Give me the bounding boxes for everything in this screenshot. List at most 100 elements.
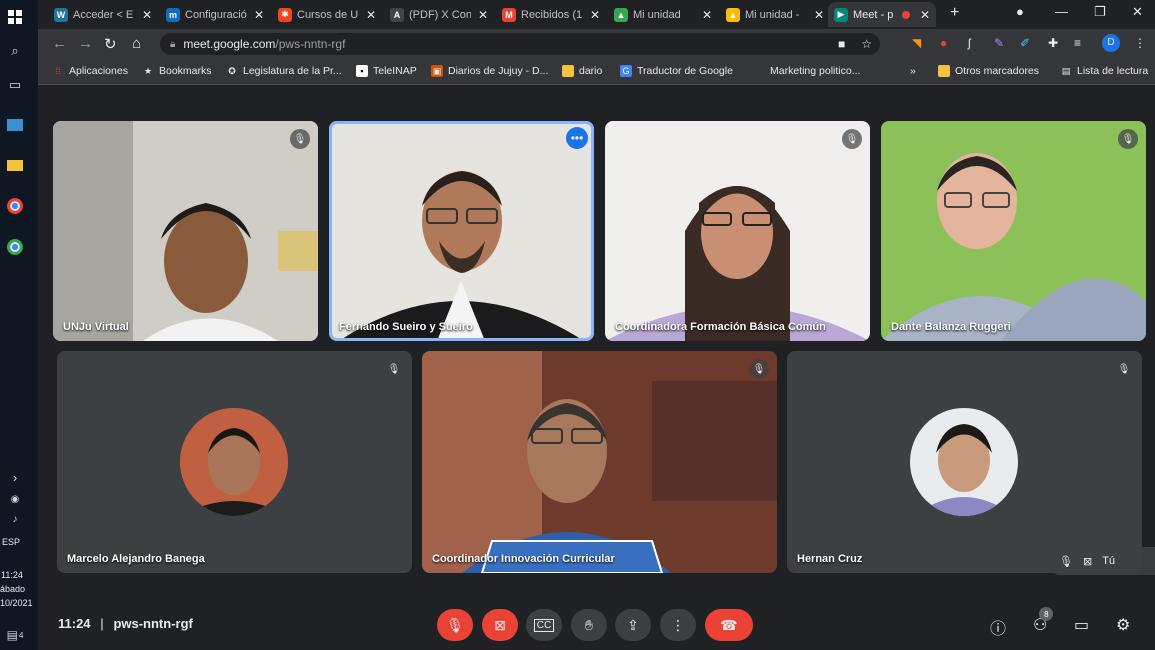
- close-window-icon[interactable]: ✕: [1132, 4, 1143, 20]
- participant-tile[interactable]: 🎙︎ UNJu Virtual: [53, 121, 318, 341]
- mic-off-icon: 🎙︎: [446, 616, 464, 633]
- bookmark-item[interactable]: ✪ Legislatura de la Pr...: [226, 65, 341, 77]
- windows-start-icon[interactable]: [4, 6, 26, 28]
- close-icon[interactable]: ✕: [254, 8, 264, 22]
- participant-tile[interactable]: 🎙︎ Coordinadora Formación Básica Común: [605, 121, 870, 341]
- more-options-button[interactable]: ⋮: [660, 609, 696, 641]
- notification-icon[interactable]: ▤ 4: [4, 624, 26, 646]
- back-icon[interactable]: ←: [52, 35, 67, 52]
- muted-mic-icon: 🎙︎: [384, 359, 404, 379]
- new-tab-icon[interactable]: +: [950, 4, 959, 22]
- present-screen-button[interactable]: ⇪: [615, 609, 651, 641]
- tab-0[interactable]: W Acceder < E ✕: [48, 2, 158, 27]
- clock-day: ábado: [0, 584, 26, 594]
- lock-icon: 🔒︎: [170, 38, 176, 50]
- tab-6[interactable]: ▲ Mi unidad - ✕: [720, 2, 830, 27]
- camera-off-icon[interactable]: ⊠: [1083, 555, 1092, 568]
- news-icon: ▣: [431, 65, 443, 77]
- participant-tile[interactable]: 🎙︎ Coordinador Innovación Curricular: [422, 351, 777, 573]
- bookmark-item[interactable]: ★ Bookmarks: [142, 65, 212, 77]
- avatar: [910, 408, 1018, 516]
- bookmark-item[interactable]: ⁞⁞ Aplicaciones: [52, 65, 127, 77]
- tab-5[interactable]: ▲ Mi unidad ✕: [608, 2, 718, 27]
- meeting-info-icon[interactable]: ⓘ: [990, 615, 1006, 639]
- task-view-icon[interactable]: ▭: [4, 74, 26, 96]
- wordpress-icon: W: [54, 7, 68, 22]
- bookmark-item[interactable]: ▪ TeleINAP: [356, 65, 417, 77]
- bookmark-item[interactable]: dario: [562, 65, 602, 77]
- adblock-extension-icon[interactable]: ●: [940, 36, 947, 50]
- star-icon: ★: [143, 65, 153, 76]
- captions-icon: CC: [533, 618, 555, 632]
- tab-4[interactable]: M Recibidos (1 ✕: [496, 2, 606, 27]
- extensions-puzzle-icon[interactable]: ✚: [1048, 36, 1058, 50]
- bookmark-item[interactable]: G Traductor de Google: [620, 65, 733, 77]
- meeting-details: 11:24 | pws-nntn-rgf: [58, 616, 193, 631]
- tab-1[interactable]: m Configuració ✕: [160, 2, 270, 27]
- bookmark-item[interactable]: Otros marcadores: [938, 65, 1039, 77]
- close-icon[interactable]: ✕: [478, 8, 488, 22]
- rss-extension-icon[interactable]: ◥: [912, 36, 921, 50]
- file-explorer-icon[interactable]: [4, 154, 26, 176]
- participant-tile[interactable]: 🎙︎ Marcelo Alejandro Banega: [57, 351, 412, 573]
- participant-tile[interactable]: 🎙︎ Hernan Cruz: [787, 351, 1142, 573]
- extension-icon[interactable]: ✎: [994, 36, 1004, 50]
- browser-toolbar: ← → ↻ ⌂ 🔒︎ meet.google.com/pws-nntn-rgf …: [38, 29, 1155, 59]
- bookmark-item[interactable]: ▣ Diarios de Jujuy - D...: [431, 65, 548, 77]
- leave-call-button[interactable]: ☎︎: [705, 609, 753, 641]
- profile-avatar-icon[interactable]: D: [1102, 34, 1120, 52]
- forward-icon[interactable]: →: [78, 35, 93, 52]
- moodle-icon: m: [166, 7, 180, 22]
- participant-name: Coordinador Innovación Curricular: [432, 553, 615, 565]
- tab-title: Recibidos (1: [521, 8, 583, 21]
- chevron-right-icon[interactable]: ›: [4, 466, 26, 488]
- close-icon[interactable]: ✕: [702, 8, 712, 22]
- tab-3[interactable]: A (PDF) X Con ✕: [384, 2, 494, 27]
- close-icon[interactable]: ✕: [814, 8, 824, 22]
- bookmark-label: Bookmarks: [159, 65, 212, 77]
- activities-icon[interactable]: ⚙: [1116, 615, 1130, 635]
- captions-button[interactable]: CC: [526, 609, 562, 641]
- people-icon[interactable]: ⚇ 8: [1033, 607, 1054, 635]
- volume-icon[interactable]: ♪: [4, 508, 26, 530]
- tab-7-active[interactable]: ▶ Meet - p ✕: [828, 2, 936, 27]
- bookmark-star-icon[interactable]: ☆: [861, 37, 872, 51]
- bookmark-label: Otros marcadores: [955, 65, 1040, 77]
- chat-icon[interactable]: ▭: [1074, 615, 1089, 635]
- tab-title: Acceder < E: [73, 8, 134, 21]
- seal-icon: ✪: [228, 65, 236, 76]
- address-bar[interactable]: 🔒︎ meet.google.com/pws-nntn-rgf ■ ☆: [160, 33, 880, 55]
- participant-tile[interactable]: 🎙︎ Dante Balanza Ruggeri: [881, 121, 1146, 341]
- chrome-icon[interactable]: [4, 236, 26, 258]
- chrome-icon[interactable]: [4, 195, 26, 217]
- tab-2[interactable]: ✱ Cursos de U ✕: [272, 2, 382, 27]
- reading-list-icon[interactable]: ≡: [1074, 36, 1081, 50]
- profile-circle-icon[interactable]: ●: [1016, 4, 1024, 19]
- close-icon[interactable]: ✕: [142, 8, 152, 22]
- mic-toggle-button[interactable]: 🎙︎: [437, 609, 473, 641]
- bookmark-item[interactable]: Marketing politico...: [770, 65, 860, 77]
- bookmark-item[interactable]: ▤ Lista de lectura: [1060, 65, 1148, 77]
- search-icon[interactable]: ⌕: [4, 40, 26, 62]
- desktop-app-icon[interactable]: [4, 114, 26, 136]
- language-indicator[interactable]: ESP: [0, 537, 38, 547]
- muted-mic-icon[interactable]: 🎙︎: [1059, 555, 1073, 568]
- close-icon[interactable]: ✕: [920, 8, 930, 22]
- network-icon[interactable]: ◉: [4, 488, 26, 510]
- reload-icon[interactable]: ↻: [104, 35, 117, 53]
- home-icon[interactable]: ⌂: [132, 35, 141, 52]
- extension-icon[interactable]: ✐: [1020, 36, 1030, 50]
- minimize-icon[interactable]: —: [1055, 4, 1068, 19]
- extension-icon[interactable]: ʃ: [968, 36, 971, 50]
- more-options-icon[interactable]: •••: [566, 127, 588, 149]
- raise-hand-button[interactable]: ✋︎: [571, 609, 607, 641]
- restore-icon[interactable]: ❐: [1094, 4, 1106, 20]
- muted-mic-icon: 🎙︎: [749, 359, 769, 379]
- close-icon[interactable]: ✕: [590, 8, 600, 22]
- participant-tile-speaking[interactable]: ••• Fernando Sueiro y Sueiro: [329, 121, 594, 341]
- camera-in-use-icon[interactable]: ■: [838, 37, 845, 51]
- camera-toggle-button[interactable]: ⊠: [482, 609, 518, 641]
- bookmarks-overflow-icon[interactable]: »: [910, 65, 916, 77]
- more-menu-icon[interactable]: ⋮: [1134, 36, 1146, 50]
- close-icon[interactable]: ✕: [366, 8, 376, 22]
